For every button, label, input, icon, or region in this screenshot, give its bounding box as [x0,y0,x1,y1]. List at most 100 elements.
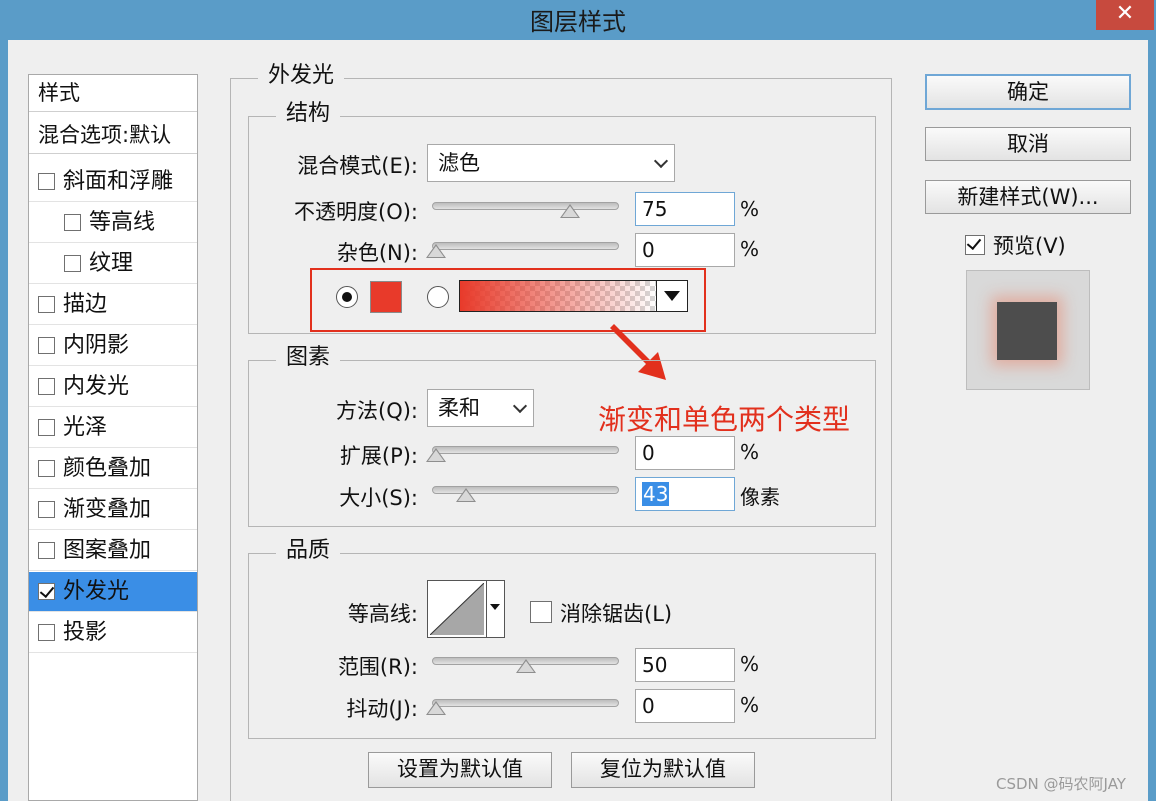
bevel-emboss-checkbox[interactable] [38,173,55,190]
cancel-button[interactable]: 取消 [925,127,1131,161]
stroke-checkbox[interactable] [38,296,55,313]
color-overlay-checkbox[interactable] [38,460,55,477]
size-value-selected: 43 [642,482,670,506]
reset-default-button[interactable]: 复位为默认值 [571,752,755,788]
sidebar-item-label: 外发光 [63,579,130,604]
opacity-slider-track[interactable] [432,202,619,210]
sidebar-item-outer-glow[interactable]: 外发光 [29,572,197,612]
sidebar-item-label: 斜面和浮雕 [63,169,174,194]
range-input[interactable]: 50 [635,648,735,682]
style-preview [966,270,1090,390]
texture-checkbox[interactable] [64,255,81,272]
outer-glow-checkbox[interactable] [38,583,55,600]
chevron-down-icon [512,398,528,414]
method-select[interactable]: 柔和 [427,389,534,427]
preview-option[interactable]: 预览(V) [965,230,1066,260]
jitter-slider-thumb[interactable] [426,701,446,715]
jitter-input[interactable]: 0 [635,689,735,723]
noise-slider-thumb[interactable] [426,244,446,258]
glow-color-swatch[interactable] [370,281,402,313]
noise-input[interactable]: 0 [635,233,735,267]
styles-header[interactable]: 样式 [29,75,197,112]
drop-shadow-checkbox[interactable] [38,624,55,641]
gradient-preview [460,281,656,311]
opacity-label: 不透明度(O): [294,200,418,224]
preview-checkbox[interactable] [965,235,985,255]
noise-slider-track[interactable] [432,242,619,250]
sidebar-item-satin[interactable]: 光泽 [29,408,197,448]
watermark-text: CSDN @码农阿JAY [996,775,1126,793]
inner-shadow-checkbox[interactable] [38,337,55,354]
contour-checkbox[interactable] [64,214,81,231]
sidebar-item-texture[interactable]: 纹理 [29,244,197,284]
sidebar-item-label: 等高线 [89,210,156,235]
opacity-slider-thumb[interactable] [560,204,581,218]
close-button[interactable]: ✕ [1096,0,1154,30]
size-label: 大小(S): [339,486,418,510]
make-default-button[interactable]: 设置为默认值 [368,752,552,788]
new-style-button[interactable]: 新建样式(W)... [925,180,1131,214]
style-list: 样式 混合选项:默认 斜面和浮雕 等高线 纹理 描边 内阴影 内发光 光泽 颜色… [28,74,198,801]
sidebar-item-drop-shadow[interactable]: 投影 [29,613,197,653]
size-input[interactable]: 43 [635,477,735,511]
spread-input[interactable]: 0 [635,436,735,470]
gradient-dropdown[interactable] [656,281,687,311]
sidebar-item-stroke[interactable]: 描边 [29,285,197,325]
outer-glow-title: 外发光 [258,62,345,90]
jitter-unit: % [740,693,760,717]
elements-title: 图素 [276,344,341,372]
quality-title: 品质 [276,537,341,565]
method-label: 方法(Q): [336,399,418,423]
size-slider-thumb[interactable] [456,488,477,502]
sidebar-item-bevel-emboss[interactable]: 斜面和浮雕 [29,162,197,202]
contour-dropdown[interactable] [486,581,504,637]
sidebar-item-label: 内发光 [63,374,130,399]
triangle-down-icon [664,291,680,301]
sidebar-item-label: 投影 [63,620,108,645]
blend-mode-label: 混合模式(E): [297,154,418,178]
range-unit: % [740,652,760,676]
preview-thumbnail [997,302,1057,360]
sidebar-item-inner-shadow[interactable]: 内阴影 [29,326,197,366]
gradient-picker[interactable] [459,280,688,312]
anti-alias-checkbox[interactable] [530,601,552,623]
range-slider-thumb[interactable] [515,659,536,673]
pattern-overlay-checkbox[interactable] [38,542,55,559]
jitter-slider-track[interactable] [432,699,619,707]
spread-unit: % [740,440,760,464]
range-label: 范围(R): [337,655,418,679]
opacity-input[interactable]: 75 [635,192,735,226]
gradient-radio[interactable] [427,286,449,308]
sidebar-item-label: 描边 [63,292,108,317]
anti-alias-option[interactable]: 消除锯齿(L) [530,598,672,628]
blend-mode-select[interactable]: 滤色 [427,144,675,182]
blend-mode-value: 滤色 [438,151,480,175]
satin-checkbox[interactable] [38,419,55,436]
solid-color-radio[interactable] [336,286,358,308]
triangle-down-icon [490,604,500,610]
inner-glow-checkbox[interactable] [38,378,55,395]
jitter-label: 抖动(J): [346,697,418,721]
chevron-down-icon [653,153,669,169]
sidebar-item-inner-glow[interactable]: 内发光 [29,367,197,407]
spread-slider-thumb[interactable] [426,448,446,462]
spread-label: 扩展(P): [339,444,418,468]
window-title: 图层样式 [530,8,626,36]
sidebar-item-gradient-overlay[interactable]: 渐变叠加 [29,490,197,530]
size-unit: 像素 [740,485,780,509]
ok-button[interactable]: 确定 [925,74,1131,110]
sidebar-item-label: 图案叠加 [63,538,152,563]
title-bar: 图层样式 ✕ [0,0,1156,40]
spread-slider-track[interactable] [432,446,619,454]
contour-picker[interactable] [427,580,505,638]
noise-label: 杂色(N): [336,241,418,265]
sidebar-item-color-overlay[interactable]: 颜色叠加 [29,449,197,489]
blend-options-item[interactable]: 混合选项:默认 [29,117,197,154]
sidebar-item-contour[interactable]: 等高线 [29,203,197,243]
sidebar-item-label: 内阴影 [63,333,130,358]
gradient-overlay-checkbox[interactable] [38,501,55,518]
noise-unit: % [740,237,760,261]
linear-contour-icon [430,583,484,635]
sidebar-item-pattern-overlay[interactable]: 图案叠加 [29,531,197,571]
method-value: 柔和 [438,396,480,420]
